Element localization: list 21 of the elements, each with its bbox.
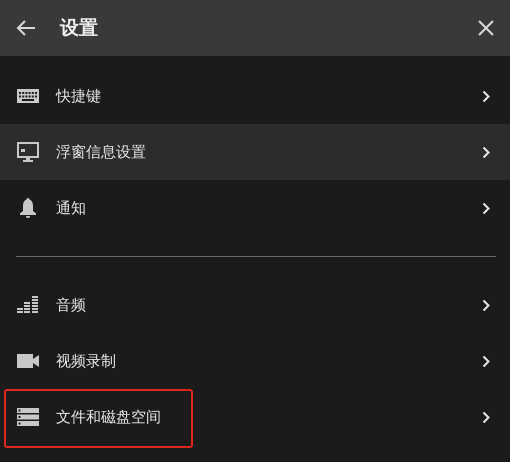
chevron-right-icon (482, 202, 490, 214)
settings-item[interactable]: 文件和磁盘空间 (0, 389, 510, 445)
chevron-right-icon (482, 410, 490, 424)
storage-icon (17, 408, 39, 426)
settings-item[interactable]: 快捷键 (0, 68, 510, 124)
keyboard-icon (17, 89, 39, 103)
equalizer-icon (17, 296, 39, 314)
chevron-right-icon (482, 298, 490, 312)
settings-item[interactable]: 浮窗信息设置 (0, 124, 510, 180)
chevron-right-icon (482, 354, 490, 368)
video-camera-icon (17, 354, 39, 368)
chevron-right-icon (482, 90, 490, 102)
back-button[interactable] (16, 19, 36, 37)
bell-icon (19, 198, 37, 218)
page-title: 设置 (60, 16, 99, 41)
settings-item[interactable]: 通知 (0, 180, 510, 236)
settings-item[interactable]: 音频 (0, 277, 510, 333)
close-button[interactable] (478, 20, 494, 36)
chevron-right-icon (482, 146, 490, 158)
monitor-icon (17, 142, 39, 162)
settings-item[interactable]: 视频录制 (0, 333, 510, 389)
